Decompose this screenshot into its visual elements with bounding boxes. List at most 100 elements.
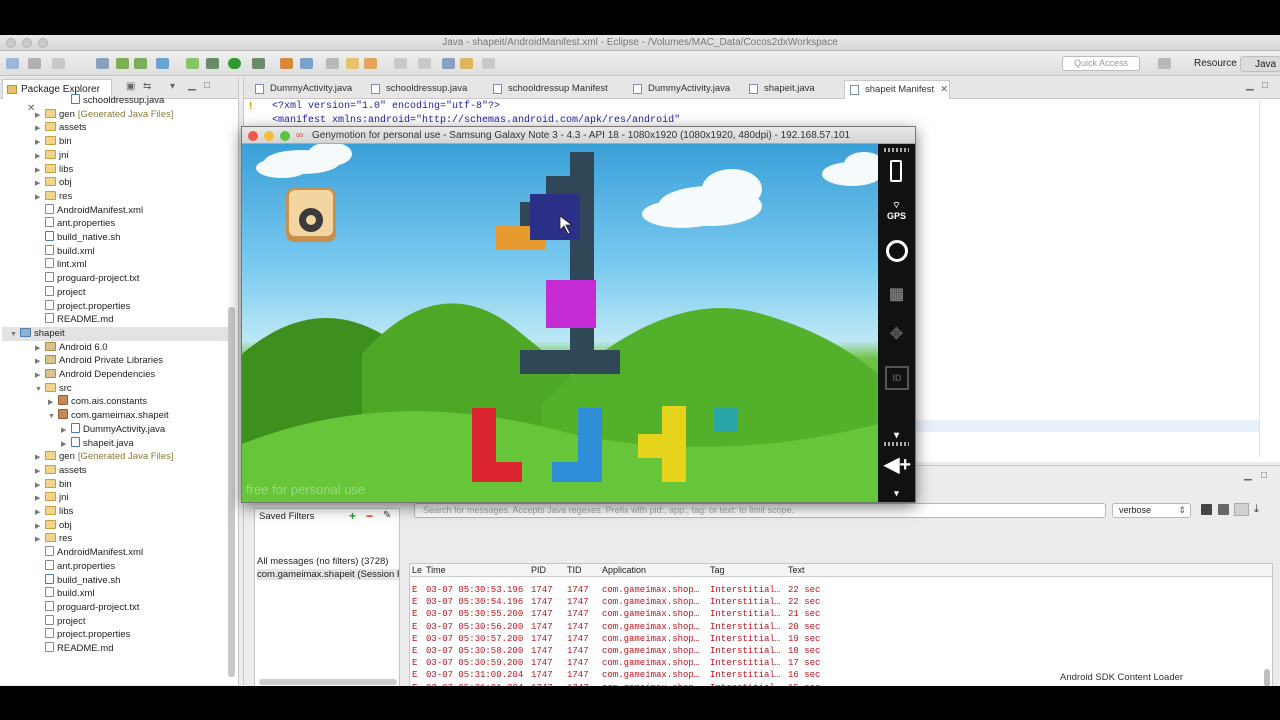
- log-row[interactable]: E 03-07 05:30:57.200 1747 1747 com.gameimax.…: [410, 633, 1270, 645]
- col-pid[interactable]: PID: [531, 564, 546, 577]
- collapsed-arrow-icon[interactable]: ▶: [35, 177, 45, 191]
- gradle-icon[interactable]: [186, 58, 199, 69]
- tree-item[interactable]: build_native.sh: [35, 573, 120, 588]
- print-icon[interactable]: [52, 58, 65, 69]
- log-level-select[interactable]: verbose ⇕: [1112, 503, 1191, 518]
- tree-item[interactable]: ▶ bin: [35, 135, 72, 149]
- minimize-icon[interactable]: ▁: [1244, 470, 1252, 481]
- log-row[interactable]: E 03-07 05:30:56.200 1747 1747 com.gameimax.…: [410, 621, 1270, 633]
- collapsed-arrow-icon[interactable]: ▶: [35, 355, 45, 369]
- open-perspective-icon[interactable]: [1158, 58, 1171, 69]
- tree-item[interactable]: project.properties: [35, 299, 130, 314]
- emulator-screen[interactable]: free for personal use: [242, 144, 878, 502]
- tree-item[interactable]: ▶ obj: [35, 519, 72, 533]
- scroll-down-icon[interactable]: ▾: [884, 430, 909, 441]
- lint-icon[interactable]: [156, 58, 169, 69]
- tree-item[interactable]: ▶ Android 6.0: [35, 341, 108, 355]
- tree-item[interactable]: proguard-project.txt: [35, 272, 139, 286]
- maximize-icon[interactable]: □: [204, 80, 210, 91]
- tree-item[interactable]: schooldressup.java: [61, 94, 164, 108]
- editor-tab-4[interactable]: DummyActivity.java: [628, 80, 740, 99]
- tree-item[interactable]: ▶ Android Private Libraries: [35, 354, 163, 368]
- gps-icon[interactable]: ⌔ GPS: [884, 200, 909, 221]
- tree-scrollbar[interactable]: [228, 307, 235, 677]
- link-editor-icon[interactable]: ⇆: [143, 81, 151, 92]
- capture-icon[interactable]: ▦: [884, 284, 909, 304]
- editor-tab-active[interactable]: shapeit Manifest ✕: [844, 80, 950, 99]
- code-line-2[interactable]: <manifest xmlns:android="http://schemas.…: [272, 115, 680, 126]
- tree-item[interactable]: ▶ jni: [35, 149, 69, 163]
- android-sdk-icon[interactable]: [116, 58, 129, 69]
- tree-item[interactable]: AndroidManifest.xml: [35, 546, 143, 560]
- battery-icon[interactable]: [890, 160, 902, 182]
- scroll-more-icon[interactable]: ▾: [884, 488, 909, 499]
- geny-minimize-button[interactable]: [264, 131, 274, 141]
- tree-item[interactable]: ▼ com.gameimax.shapeit: [48, 409, 169, 423]
- new-package-icon[interactable]: [300, 58, 313, 69]
- tree-item[interactable]: ▶ com.ais.constants: [48, 395, 147, 409]
- open-type-icon[interactable]: [326, 58, 339, 69]
- log-row[interactable]: E 03-07 05:30:54.196 1747 1747 com.gameimax.…: [410, 596, 1270, 608]
- editor-tab-2[interactable]: schooldressup.java: [366, 80, 482, 99]
- tree-item[interactable]: ▶ assets: [35, 121, 86, 135]
- maximize-icon[interactable]: □: [1261, 470, 1267, 481]
- display-saved-filters-icon[interactable]: [1234, 503, 1249, 516]
- collapsed-arrow-icon[interactable]: ▶: [35, 479, 45, 493]
- editor-tab-3[interactable]: schooldressup Manifest: [488, 80, 624, 99]
- tree-item[interactable]: build.xml: [35, 244, 95, 259]
- collapsed-arrow-icon[interactable]: ▶: [35, 465, 45, 479]
- annotation-icon[interactable]: [394, 58, 407, 69]
- tree-item[interactable]: project: [35, 614, 86, 629]
- tree-item[interactable]: project: [35, 285, 86, 300]
- collapsed-arrow-icon[interactable]: ▶: [48, 396, 58, 410]
- avd-manager-icon[interactable]: [134, 58, 147, 69]
- logcat-search-input[interactable]: Search for messages. Accepts Java regexe…: [414, 503, 1106, 518]
- tree-item[interactable]: README.md: [35, 313, 113, 327]
- collapsed-arrow-icon[interactable]: ▶: [35, 533, 45, 547]
- log-scrollbar[interactable]: [1264, 669, 1270, 686]
- maximize-icon[interactable]: □: [1262, 80, 1268, 91]
- collapsed-arrow-icon[interactable]: ▶: [35, 150, 45, 164]
- filter-shapeit-session[interactable]: com.gameimax.shapeit (Session F: [257, 569, 399, 580]
- window-zoom-button[interactable]: [38, 38, 48, 48]
- webcam-icon[interactable]: [886, 240, 908, 262]
- add-filter-icon[interactable]: +: [349, 509, 356, 523]
- tree-item[interactable]: ▶ res: [35, 190, 72, 204]
- tree-item[interactable]: ant.properties: [35, 217, 115, 231]
- tree-item[interactable]: ▶ res: [35, 532, 72, 546]
- run-icon[interactable]: [228, 58, 241, 69]
- col-time[interactable]: Time: [426, 564, 446, 577]
- navy-piece[interactable]: [530, 194, 580, 240]
- tree-item[interactable]: build.xml: [35, 587, 95, 601]
- remove-filter-icon[interactable]: −: [366, 509, 373, 523]
- tree-item[interactable]: ▶ DummyActivity.java: [61, 422, 165, 438]
- clear-log-icon[interactable]: [1218, 504, 1229, 515]
- collapsed-arrow-icon[interactable]: ▶: [35, 122, 45, 136]
- geny-zoom-button[interactable]: [280, 131, 290, 141]
- external-tools-icon[interactable]: [252, 58, 265, 69]
- perspective-resource[interactable]: Resource: [1180, 56, 1237, 72]
- collapsed-arrow-icon[interactable]: ▶: [61, 424, 71, 438]
- search-tool-icon[interactable]: [364, 58, 377, 69]
- close-icon[interactable]: ✕: [940, 84, 948, 95]
- new-java-project-icon[interactable]: [280, 58, 293, 69]
- tree-item[interactable]: lint.xml: [35, 258, 87, 272]
- expanded-arrow-icon[interactable]: ▼: [10, 328, 20, 342]
- collapsed-arrow-icon[interactable]: ▶: [35, 342, 45, 356]
- last-edit-icon[interactable]: [442, 58, 455, 69]
- tree-item[interactable]: ▶ libs: [35, 163, 73, 177]
- settings-button[interactable]: [286, 188, 336, 242]
- edit-filter-icon[interactable]: ✎: [383, 510, 391, 521]
- collapsed-arrow-icon[interactable]: ▶: [35, 506, 45, 520]
- tree-item[interactable]: ▶ gen [Generated Java Files]: [35, 450, 173, 464]
- col-text[interactable]: Text: [788, 564, 805, 577]
- col-tag[interactable]: Tag: [710, 564, 725, 577]
- next-annotation-icon[interactable]: [418, 58, 431, 69]
- log-row[interactable]: E 03-07 05:30:53.196 1747 1747 com.gameimax.…: [410, 584, 1270, 596]
- view-menu-icon[interactable]: ▾: [170, 81, 175, 92]
- collapsed-arrow-icon[interactable]: ▶: [35, 520, 45, 534]
- save-icon[interactable]: [28, 58, 41, 69]
- scroll-lock-icon[interactable]: ⤓: [1254, 503, 1267, 516]
- collapsed-arrow-icon[interactable]: ▶: [61, 438, 71, 452]
- minimize-icon[interactable]: ▁: [188, 80, 196, 91]
